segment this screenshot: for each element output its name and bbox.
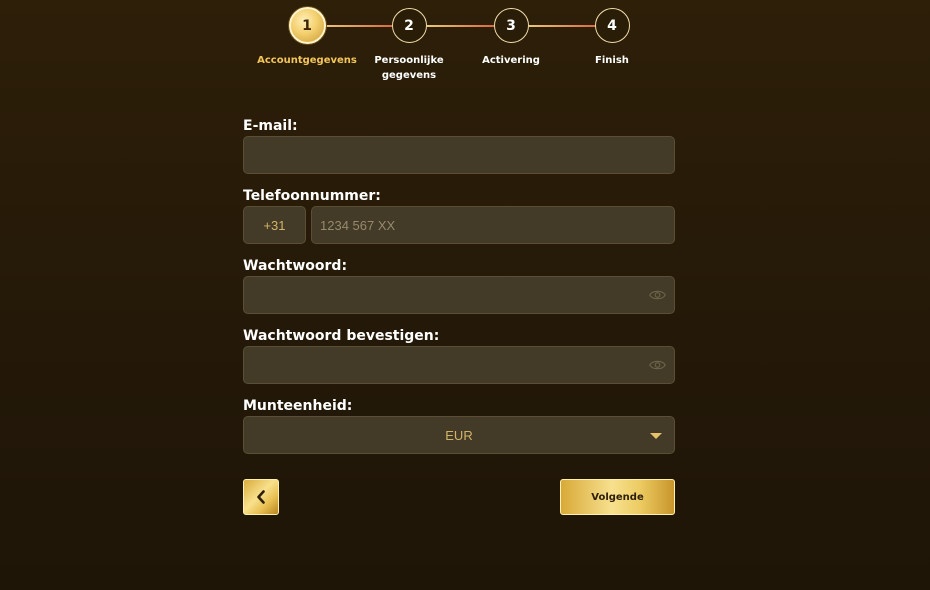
password-label: Wachtwoord: — [243, 258, 348, 274]
registration-page: 1 Accountgegevens 2 Persoonlijke gegeven… — [0, 0, 930, 590]
phone-wrap: +31 — [243, 206, 675, 244]
step-4[interactable]: 4 Finish — [552, 8, 672, 68]
password-confirm-wrap — [243, 346, 675, 384]
step-label: Persoonlijke gegevens — [374, 55, 444, 81]
step-number: 3 — [493, 8, 529, 43]
country-code-select[interactable]: +31 — [243, 206, 306, 244]
phone-field[interactable] — [311, 206, 675, 244]
email-wrap — [243, 136, 675, 174]
password-confirm-label: Wachtwoord bevestigen: — [243, 328, 440, 344]
next-button[interactable]: Volgende — [560, 479, 675, 515]
eye-icon[interactable] — [649, 358, 666, 372]
password-confirm-field[interactable] — [243, 346, 675, 384]
email-label: E-mail: — [243, 118, 298, 134]
registration-stepper: 1 Accountgegevens 2 Persoonlijke gegeven… — [0, 0, 930, 100]
password-wrap — [243, 276, 675, 314]
eye-icon[interactable] — [649, 288, 666, 302]
back-button[interactable] — [243, 479, 279, 515]
currency-value: EUR — [445, 427, 473, 443]
chevron-left-icon — [257, 490, 265, 504]
phone-label: Telefoonnummer: — [243, 188, 381, 204]
password-field[interactable] — [243, 276, 675, 314]
account-form: E-mail: Telefoonnummer: +31 Wachtwoord: … — [243, 116, 675, 466]
step-number: 1 — [288, 7, 326, 44]
currency-wrap: EUR — [243, 416, 675, 454]
step-number: 2 — [391, 8, 427, 43]
caret-down-icon — [650, 433, 662, 439]
step-number: 4 — [594, 8, 630, 43]
email-field[interactable] — [243, 136, 675, 174]
currency-select[interactable]: EUR — [243, 416, 675, 454]
currency-label: Munteenheid: — [243, 398, 353, 414]
step-label: Finish — [595, 55, 629, 66]
